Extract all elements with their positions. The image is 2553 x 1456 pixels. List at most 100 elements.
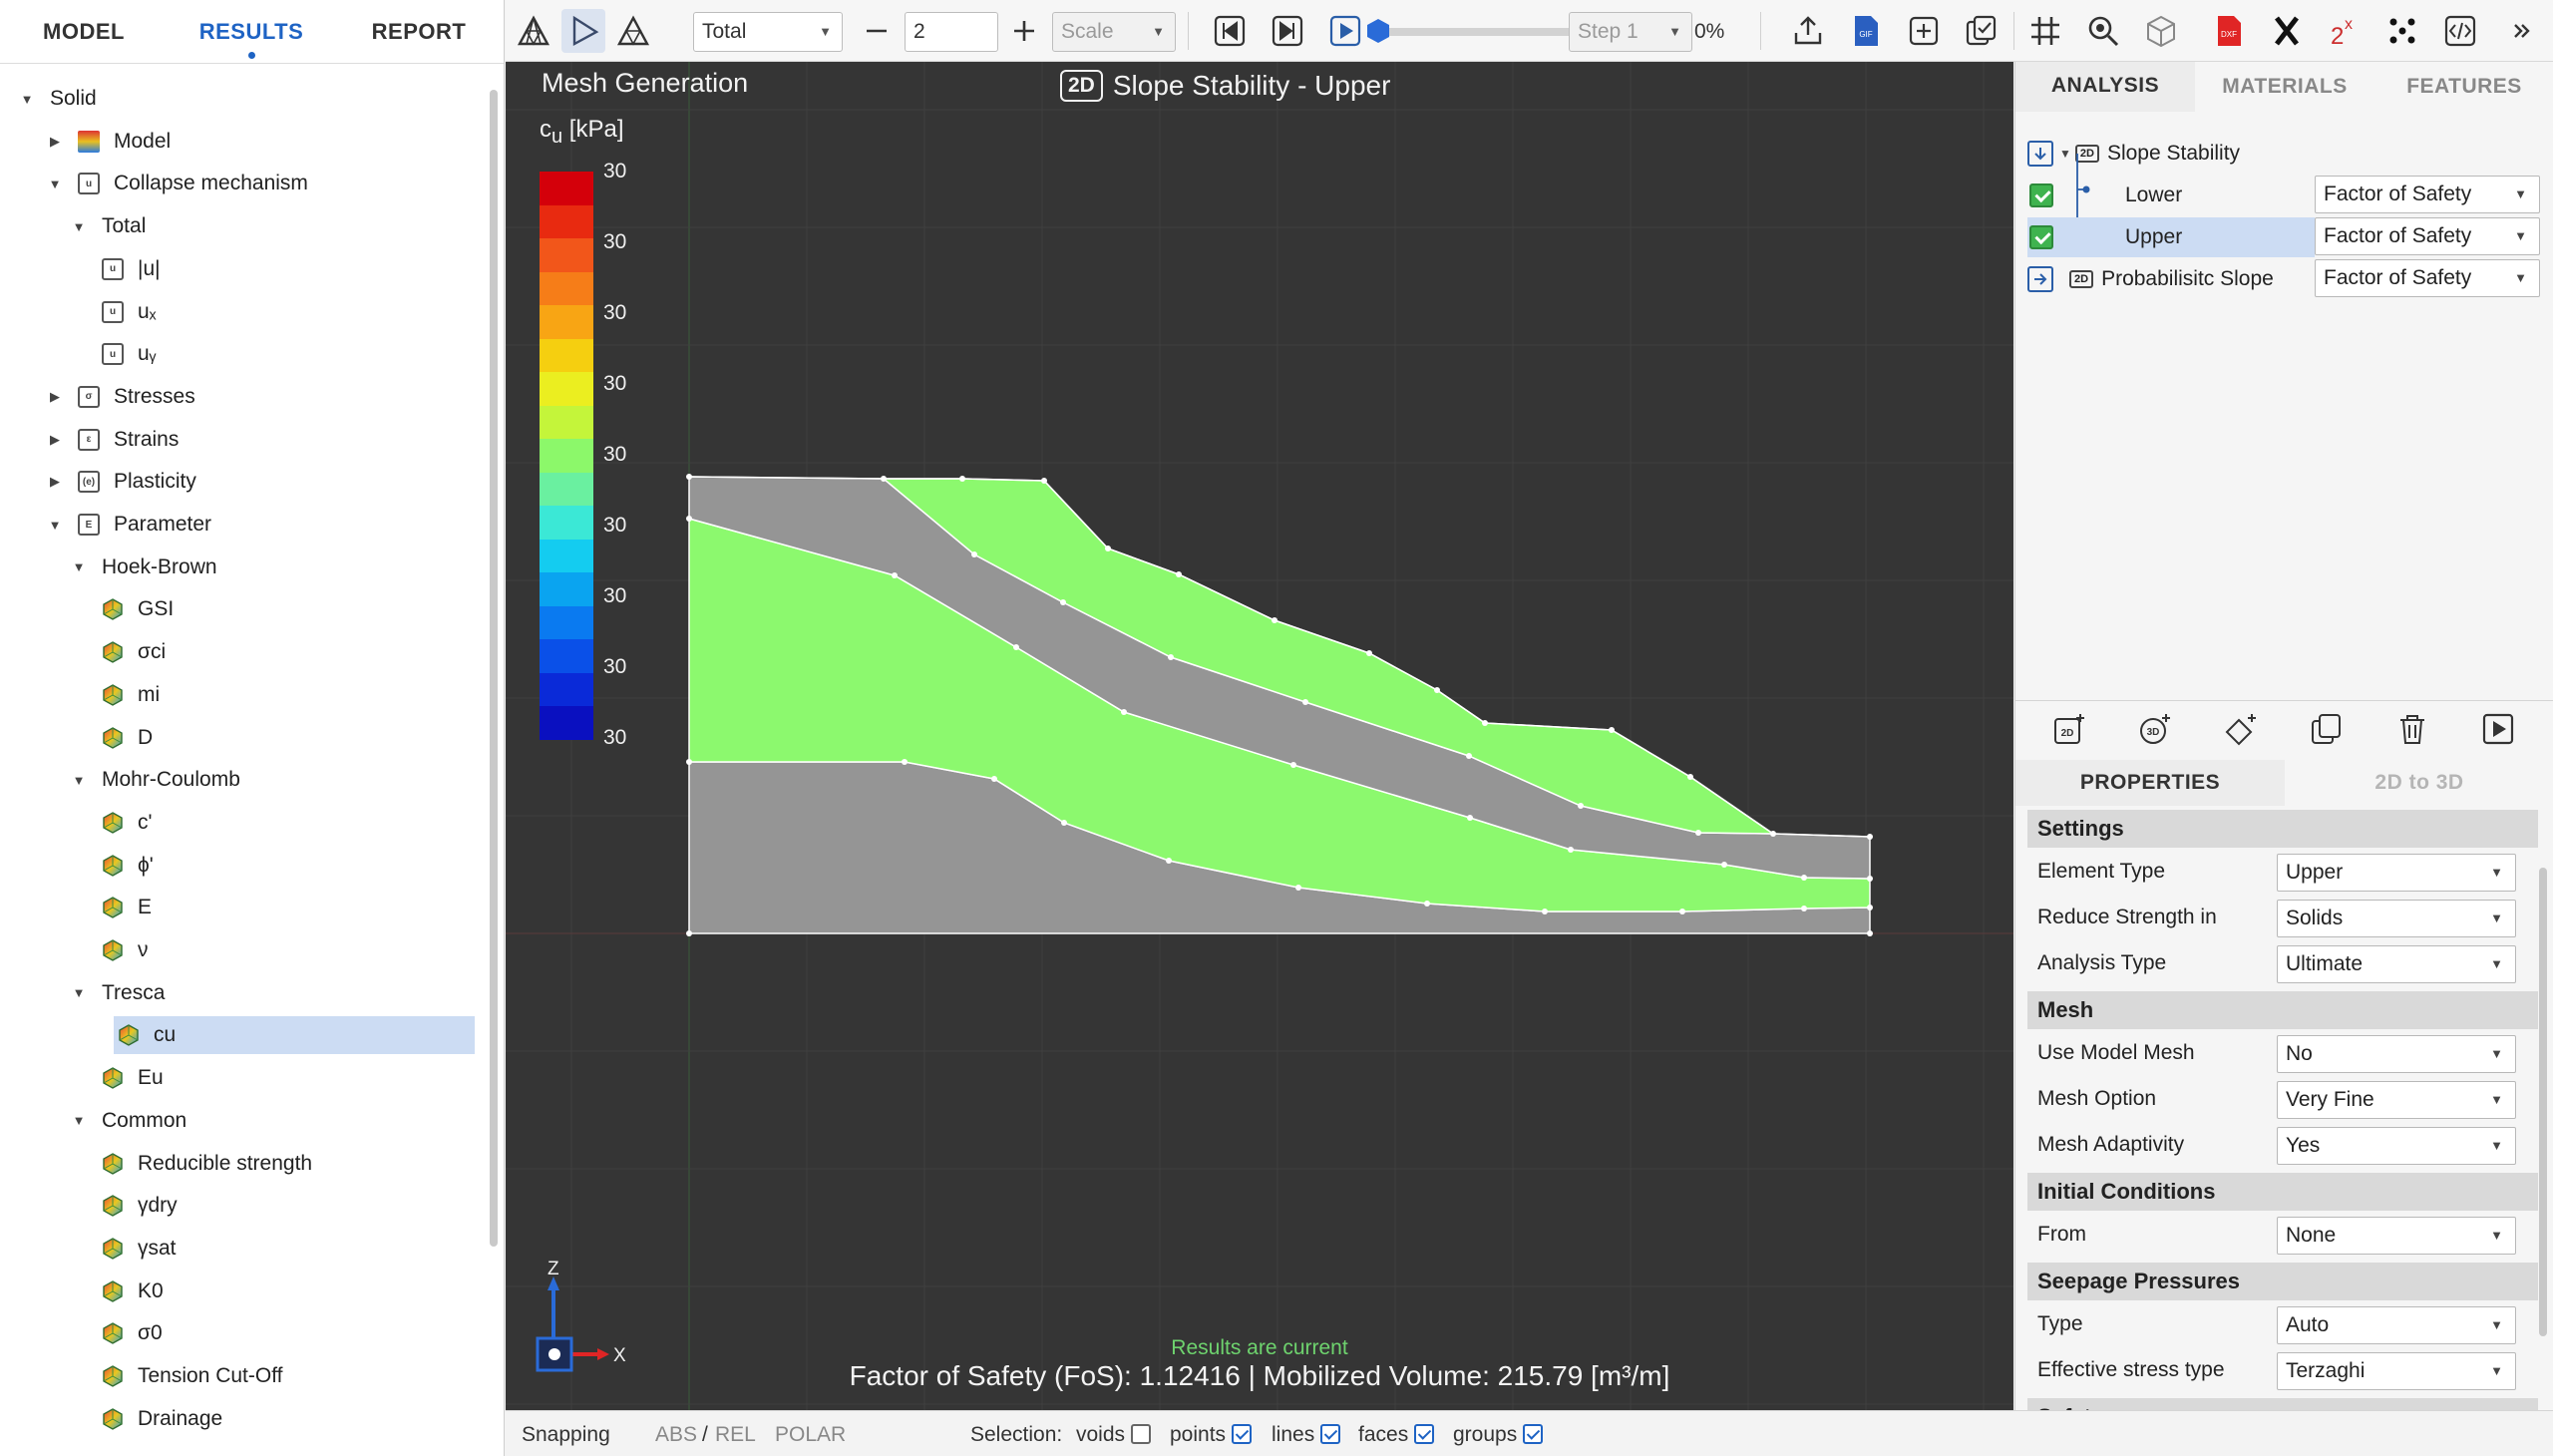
power-icon[interactable]: 2x	[2323, 9, 2367, 53]
lower-checkbox[interactable]	[2029, 183, 2053, 207]
first-step-icon[interactable]	[1208, 9, 1252, 53]
add-probabilistic-icon[interactable]	[2223, 711, 2259, 747]
tree-item[interactable]: c'	[102, 804, 153, 842]
faces-filter[interactable]: faces	[1358, 1423, 1435, 1447]
step-value-field[interactable]: 2	[905, 12, 998, 52]
tree-item[interactable]: K0	[102, 1273, 164, 1310]
chevron-right-icon[interactable]: ▶	[46, 133, 64, 151]
lines-filter[interactable]: lines	[1272, 1423, 1341, 1447]
points-filter[interactable]: points	[1170, 1423, 1253, 1447]
upper-result-select[interactable]: Factor of Safety ▼	[2315, 217, 2540, 255]
lower-result-select[interactable]: Factor of Safety ▼	[2315, 176, 2540, 213]
chevron-down-icon[interactable]: ▼	[70, 771, 88, 789]
play-icon[interactable]	[1323, 9, 1367, 53]
step-select[interactable]: Step 1 ▼	[1569, 12, 1692, 52]
tab-2d-to-3d[interactable]: 2D to 3D	[2285, 760, 2553, 806]
snapping-toggle[interactable]: Snapping	[522, 1423, 610, 1447]
chevron-down-icon[interactable]: ▼	[70, 984, 88, 1002]
dxf-icon[interactable]: DXF	[2207, 9, 2251, 53]
tree-item[interactable]: Reducible strength	[102, 1145, 312, 1183]
tab-properties[interactable]: PROPERTIES	[2015, 760, 2285, 806]
tab-materials[interactable]: MATERIALS	[2195, 62, 2374, 112]
tree-item[interactable]: ▶ σ Stresses	[46, 378, 195, 416]
seepage-type-select[interactable]: Auto ▼	[2277, 1306, 2516, 1344]
export-icon[interactable]	[1786, 9, 1830, 53]
tree-item[interactable]: Drainage	[102, 1400, 222, 1438]
tree-item[interactable]: u |u|	[102, 250, 161, 288]
model-viewport[interactable]: Mesh Generation 2D Slope Stability - Upp…	[506, 62, 2013, 1410]
tree-item[interactable]: ▼ Total	[70, 207, 147, 245]
use-model-mesh-select[interactable]: No ▼	[2277, 1035, 2516, 1073]
voids-filter[interactable]: voids	[1076, 1423, 1152, 1447]
tree-item[interactable]: ▼ E Parameter	[46, 506, 211, 544]
groups-filter[interactable]: groups	[1453, 1423, 1544, 1447]
probabilistic-result-select[interactable]: Factor of Safety ▼	[2315, 259, 2540, 297]
points-checkbox[interactable]	[1232, 1424, 1253, 1444]
deformed-mesh-icon[interactable]	[611, 9, 655, 53]
polar-toggle[interactable]: POLAR	[775, 1423, 846, 1447]
tree-item[interactable]: ϕ'	[102, 847, 154, 885]
tree-item[interactable]: u uₓ	[102, 293, 157, 331]
slider-thumb[interactable]	[1365, 18, 1391, 44]
chevron-down-icon[interactable]: ▼	[46, 516, 64, 534]
add-2d-icon[interactable]: 2D	[2051, 711, 2087, 747]
voids-checkbox[interactable]	[1131, 1424, 1152, 1444]
double-chevron-right-icon[interactable]	[2500, 9, 2544, 53]
reduce-strength-select[interactable]: Solids ▼	[2277, 900, 2516, 937]
chevron-down-icon[interactable]: ▼	[18, 90, 36, 108]
chevron-right-icon[interactable]: ▶	[46, 431, 64, 449]
rel-toggle[interactable]: REL	[715, 1423, 756, 1447]
mesh-view-icon[interactable]	[512, 9, 555, 53]
tree-item[interactable]: ▼ Tresca	[70, 974, 166, 1012]
tree-item[interactable]: u uᵧ	[102, 335, 156, 373]
zoom-icon[interactable]	[2081, 9, 2125, 53]
tree-item[interactable]: ▶ Model	[46, 123, 171, 161]
properties-scrollbar[interactable]	[2539, 868, 2547, 1336]
grid-icon[interactable]	[2023, 9, 2067, 53]
tree-item[interactable]: ▼ Common	[70, 1102, 187, 1140]
tree-scrollbar[interactable]	[490, 90, 498, 1247]
add-3d-icon[interactable]: 3D	[2137, 711, 2173, 747]
tree-item[interactable]: GSI	[102, 590, 174, 628]
plus-icon[interactable]	[1002, 9, 1046, 53]
tree-item[interactable]: ▼ Solid	[18, 80, 97, 118]
abs-toggle[interactable]: ABS	[655, 1423, 697, 1447]
lines-checkbox[interactable]	[1320, 1424, 1341, 1444]
chevron-right-icon[interactable]: ▶	[46, 388, 64, 406]
duplicate-icon[interactable]	[2309, 711, 2345, 747]
trash-icon[interactable]	[2394, 711, 2430, 747]
add-view-icon[interactable]	[1902, 9, 1946, 53]
chevron-down-icon[interactable]: ▼	[70, 1112, 88, 1130]
code-icon[interactable]	[2438, 9, 2482, 53]
analysis-type-select[interactable]: Ultimate ▼	[2277, 945, 2516, 983]
arrow-right-icon[interactable]	[2027, 266, 2053, 292]
chevron-down-icon[interactable]: ▼	[70, 217, 88, 235]
tree-item[interactable]: γdry	[102, 1187, 178, 1225]
points-icon[interactable]	[2380, 9, 2424, 53]
tree-item[interactable]: γsat	[102, 1230, 177, 1268]
effective-stress-select[interactable]: Terzaghi ▼	[2277, 1352, 2516, 1390]
tree-item[interactable]: cu	[114, 1016, 475, 1055]
mesh-adaptivity-select[interactable]: Yes ▼	[2277, 1127, 2516, 1165]
excel-x-icon[interactable]	[2265, 9, 2309, 53]
step-slider[interactable]	[1365, 18, 1575, 44]
tab-model[interactable]: MODEL	[0, 19, 168, 45]
tree-item[interactable]: ▼ u Collapse mechanism	[46, 165, 308, 202]
chevron-down-icon[interactable]: ▼	[70, 558, 88, 576]
tree-item[interactable]: ▶ (e) Plasticity	[46, 463, 196, 501]
element-type-select[interactable]: Upper ▼	[2277, 854, 2516, 892]
tree-item[interactable]: E	[102, 889, 152, 926]
last-step-icon[interactable]	[1266, 9, 1309, 53]
tree-item[interactable]: ▼ Mohr-Coulomb	[70, 761, 240, 799]
faces-checkbox[interactable]	[1414, 1424, 1435, 1444]
scale-select[interactable]: Scale ▼	[1052, 12, 1176, 52]
tab-features[interactable]: FEATURES	[2374, 62, 2553, 112]
component-select[interactable]: Total ▼	[693, 12, 843, 52]
chevron-down-icon[interactable]: ▼	[46, 175, 64, 192]
3d-box-icon[interactable]	[2139, 9, 2183, 53]
tree-item[interactable]: σ0	[102, 1314, 163, 1352]
import-arrow-icon[interactable]	[2027, 141, 2053, 167]
tab-report[interactable]: REPORT	[335, 19, 503, 45]
tree-item[interactable]: Tension Cut-Off	[102, 1357, 283, 1395]
minus-icon[interactable]	[855, 9, 899, 53]
